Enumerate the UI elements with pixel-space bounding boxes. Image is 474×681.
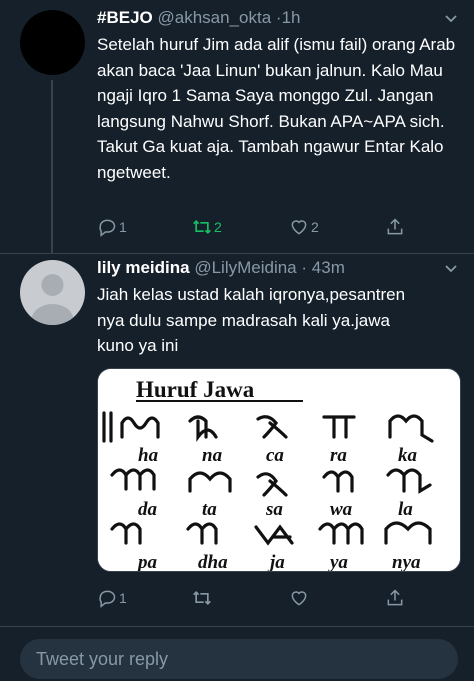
syllable-label: ha [138, 445, 159, 466]
syllable-label: ca [266, 445, 284, 466]
tweet-header: #BEJO @akhsan_okta ·1h [97, 8, 300, 28]
display-name[interactable]: lily meidina [97, 258, 190, 277]
timestamp[interactable]: 43m [312, 258, 345, 277]
syllable-label: ra [330, 445, 347, 466]
reply-icon [99, 590, 116, 608]
media-title: Huruf Jawa [136, 377, 255, 402]
syllable-label: wa [330, 499, 353, 520]
reply-input[interactable]: Tweet your reply [20, 639, 458, 679]
like-button[interactable]: 2 [289, 217, 319, 237]
reply-button[interactable]: 1 [97, 217, 127, 237]
syllable-label: dha [198, 552, 228, 571]
like-button[interactable] [289, 588, 311, 608]
reply-count: 1 [119, 590, 127, 606]
avatar[interactable] [20, 260, 85, 325]
share-button[interactable] [385, 217, 405, 237]
chevron-down-icon[interactable] [444, 262, 458, 276]
reply-count: 1 [119, 219, 127, 235]
syllable-label: ja [267, 552, 285, 571]
thread-line [51, 80, 53, 253]
tweet-1[interactable]: #BEJO @akhsan_okta ·1h Setelah huruf Jim… [0, 0, 474, 253]
syllable-label: da [138, 499, 158, 520]
user-handle[interactable]: @akhsan_okta [157, 8, 271, 27]
like-count: 2 [311, 219, 319, 235]
reply-button[interactable]: 1 [97, 588, 127, 608]
retweet-button[interactable] [192, 588, 214, 608]
tweet-header: lily meidina @LilyMeidina · 43m [97, 258, 345, 278]
share-icon [387, 589, 403, 606]
heart-icon [291, 591, 307, 606]
reply-icon [99, 219, 116, 237]
tweet-media-image[interactable]: Huruf Jawa ha na ca ra ka da ta sa wa la… [97, 368, 461, 572]
syllable-label: ya [328, 552, 348, 571]
timestamp[interactable]: 1h [282, 8, 301, 27]
syllable-label: la [398, 499, 413, 520]
retweet-button[interactable]: 2 [192, 217, 222, 237]
default-avatar-icon [31, 274, 74, 325]
tweet-actions: 1 [97, 588, 427, 610]
syllable-label: ka [398, 445, 418, 466]
display-name[interactable]: #BEJO [97, 8, 153, 27]
tweet-text: Setelah huruf Jim ada alif (ismu fail) o… [97, 35, 456, 182]
retweet-count: 2 [214, 219, 222, 235]
separator: · [301, 258, 308, 277]
tweet-text: Jiah kelas ustad kalah iqronya,pesantren… [97, 285, 406, 355]
aksara-jawa-image: Huruf Jawa ha na ca ra ka da ta sa wa la… [98, 369, 460, 571]
avatar[interactable] [20, 10, 85, 75]
syllable-label: ta [202, 499, 217, 520]
share-icon [387, 218, 403, 235]
retweet-icon [193, 590, 211, 606]
syllable-label: sa [265, 499, 283, 520]
user-handle[interactable]: @LilyMeidina [194, 258, 296, 277]
syllable-label: pa [136, 552, 158, 571]
chevron-down-icon[interactable] [444, 12, 458, 26]
syllable-label: nya [392, 552, 421, 571]
tweet-actions: 1 2 2 [97, 217, 427, 239]
retweet-icon [193, 219, 211, 235]
reply-composer: Tweet your reply [0, 626, 474, 681]
share-button[interactable] [385, 588, 405, 608]
heart-icon [291, 220, 307, 235]
syllable-label: na [202, 445, 223, 466]
